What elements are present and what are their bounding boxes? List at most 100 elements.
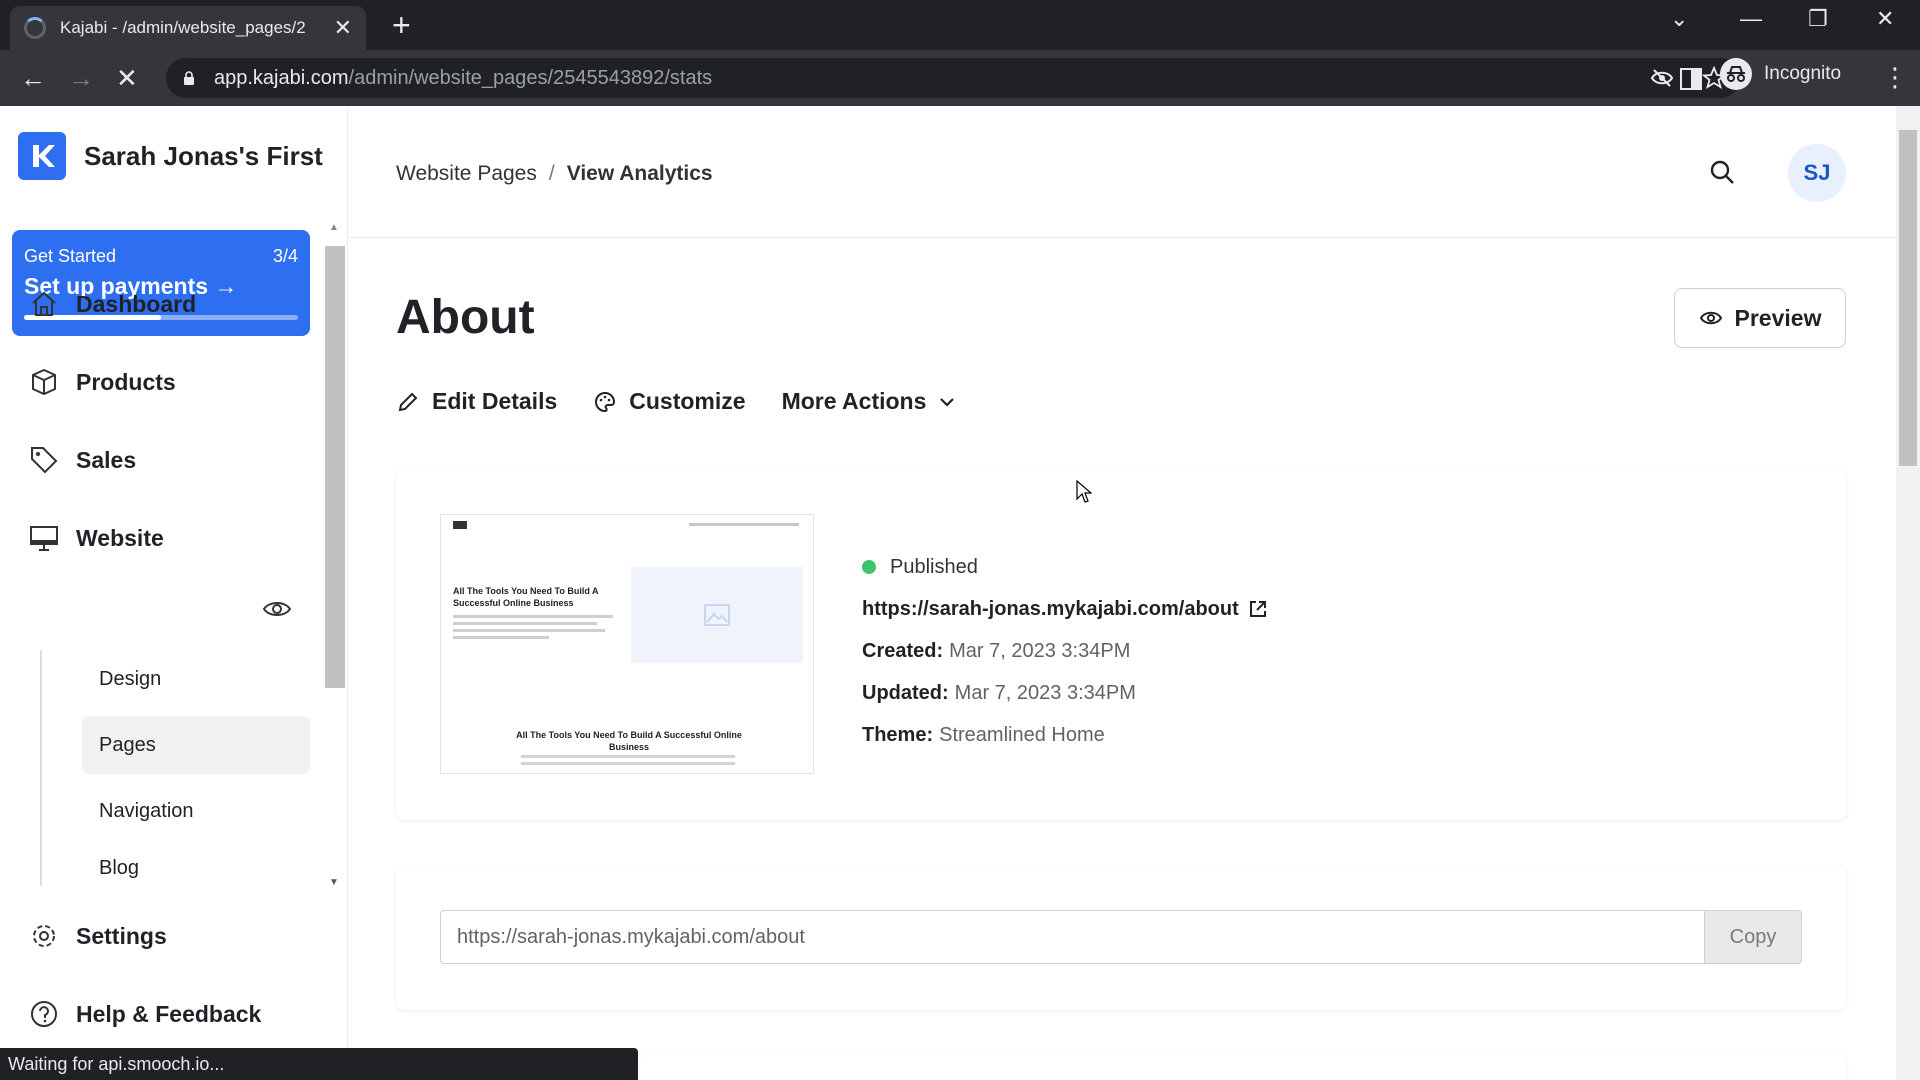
get-started-card[interactable]: Get Started 3/4 Set up payments →: [12, 230, 310, 336]
theme-row: Theme: Streamlined Home: [862, 714, 1269, 756]
page-title: About: [396, 291, 535, 344]
chevron-down-icon: [940, 397, 955, 407]
close-tab-icon[interactable]: ✕: [334, 15, 352, 41]
thumbnail-text-lines-2: [521, 755, 735, 769]
arrow-right-icon: →: [214, 273, 238, 299]
url-domain: app.kajabi.com: [214, 66, 349, 89]
share-url-card: https://sarah-jonas.mykajabi.com/about C…: [396, 866, 1846, 1010]
loading-spinner-icon: [24, 17, 46, 39]
eye-icon: [1699, 311, 1722, 325]
created-label: Created:: [862, 639, 944, 662]
thumbnail-logo: [453, 521, 467, 529]
eye-icon[interactable]: [262, 594, 292, 624]
theme-label: Theme:: [862, 723, 934, 746]
updated-value: Mar 7, 2023 3:34PM: [954, 681, 1136, 704]
tag-icon: [31, 447, 58, 474]
breadcrumb: Website Pages / View Analytics: [396, 162, 713, 186]
browser-tab[interactable]: Kajabi - /admin/website_pages/2 ✕: [10, 6, 366, 50]
forward-icon[interactable]: →: [68, 64, 94, 92]
thumbnail-nav: [689, 523, 799, 526]
page-url-link[interactable]: https://sarah-jonas.mykajabi.com/about: [862, 588, 1269, 630]
incognito-label: Incognito: [1764, 63, 1842, 84]
customize-button[interactable]: Customize: [593, 388, 746, 415]
sidebar-item-label: Settings: [76, 922, 167, 949]
page-meta: Published https://sarah-jonas.mykajabi.c…: [862, 546, 1269, 756]
sidebar-item-sales[interactable]: Sales: [28, 444, 136, 476]
copy-button[interactable]: Copy: [1704, 910, 1802, 964]
scroll-down-icon[interactable]: ▼: [329, 877, 339, 888]
browser-toolbar: ← → ✕ app.kajabi.com/admin/website_pages…: [0, 50, 1920, 106]
breadcrumb-separator: /: [548, 162, 555, 185]
website-subnav-line: [40, 650, 42, 886]
tab-title: Kajabi - /admin/website_pages/2: [60, 18, 306, 37]
mouse-cursor-icon: [1076, 480, 1092, 503]
sidebar-item-label: Dashboard: [76, 290, 197, 317]
breadcrumb-website-pages[interactable]: Website Pages: [396, 162, 537, 185]
sidebar-item-label: Website: [76, 524, 164, 551]
sidebar-item-settings[interactable]: Settings: [28, 920, 167, 952]
new-tab-icon[interactable]: +: [392, 8, 411, 42]
sidebar-scroll-thumb[interactable]: [325, 246, 345, 688]
edit-details-button[interactable]: Edit Details: [396, 388, 557, 415]
breadcrumb-current: View Analytics: [566, 162, 713, 185]
status-row: Published: [862, 546, 1269, 588]
page-details-card: All The Tools You Need To Build A Succes…: [396, 470, 1846, 820]
lock-icon: [184, 71, 194, 85]
box-icon: [32, 368, 56, 396]
sidebar-item-help[interactable]: Help & Feedback: [28, 998, 261, 1030]
pencil-icon: [398, 392, 418, 411]
preview-label: Preview: [1734, 304, 1822, 331]
status-badge: Published: [890, 555, 978, 578]
theme-value: Streamlined Home: [939, 723, 1105, 746]
help-circle-icon: [31, 1001, 57, 1027]
sidebar: Sarah Jonas's First Get Started 3/4 Set …: [0, 106, 348, 1080]
more-actions-dropdown[interactable]: More Actions: [782, 388, 957, 415]
sidebar-item-label: Help & Feedback: [76, 1000, 262, 1027]
home-icon: [32, 291, 56, 316]
minimize-icon[interactable]: —: [1740, 6, 1762, 32]
tab-search-icon[interactable]: ⌄: [1670, 6, 1688, 32]
sidebar-item-website[interactable]: Website: [28, 522, 164, 554]
sidebar-item-label: Sales: [76, 446, 137, 473]
close-window-icon[interactable]: ✕: [1876, 6, 1894, 32]
thumbnail-headline-2: All The Tools You Need To Build A Succes…: [516, 730, 742, 752]
sidebar-item-label: Products: [76, 368, 176, 395]
browser-status-bar: Waiting for api.smooch.io...: [0, 1048, 638, 1080]
incognito-indicator[interactable]: Incognito: [1720, 58, 1841, 90]
page-scroll-thumb[interactable]: [1899, 130, 1917, 466]
analytics-card: [640, 1054, 1846, 1080]
sidebar-subitem-blog[interactable]: Blog: [82, 848, 310, 888]
sidebar-subitem-navigation[interactable]: Navigation: [82, 782, 310, 840]
avatar[interactable]: SJ: [1788, 144, 1846, 202]
top-bar: Website Pages / View Analytics SJ: [348, 106, 1896, 238]
kajabi-logo-icon: [18, 132, 66, 180]
created-row: Created: Mar 7, 2023 3:34PM: [862, 630, 1269, 672]
sidebar-item-dashboard[interactable]: Dashboard: [28, 288, 196, 320]
sidebar-item-products[interactable]: Products: [28, 366, 176, 398]
preview-button[interactable]: Preview: [1674, 288, 1846, 348]
restore-icon[interactable]: ❐: [1808, 6, 1828, 32]
search-icon[interactable]: [1708, 158, 1736, 186]
gear-icon: [33, 925, 55, 947]
site-name: Sarah Jonas's First: [84, 140, 323, 171]
sidebar-subitem-design[interactable]: Design: [82, 650, 310, 708]
sidebar-subitem-pages[interactable]: Pages: [82, 716, 310, 774]
status-dot: [862, 560, 876, 574]
url-path: /admin/website_pages/2545543892/stats: [348, 66, 713, 89]
scroll-up-icon[interactable]: ▲: [329, 222, 339, 233]
address-bar[interactable]: app.kajabi.com/admin/website_pages/25455…: [166, 58, 1740, 98]
thumbnail-headline: All The Tools You Need To Build A Succes…: [453, 586, 599, 608]
side-panel-icon[interactable]: [1680, 68, 1702, 90]
thumbnail-text-lines: [453, 615, 613, 643]
palette-icon: [595, 391, 616, 412]
back-icon[interactable]: ←: [20, 64, 46, 92]
stop-loading-icon[interactable]: ✕: [116, 64, 138, 92]
page-url-field[interactable]: https://sarah-jonas.mykajabi.com/about: [440, 910, 1706, 964]
external-link-icon[interactable]: [1247, 598, 1269, 620]
page-thumbnail[interactable]: All The Tools You Need To Build A Succes…: [440, 514, 814, 774]
image-placeholder-icon: [631, 567, 803, 663]
updated-label: Updated:: [862, 681, 949, 704]
site-brand[interactable]: Sarah Jonas's First: [18, 132, 323, 180]
tracking-blocked-eye-icon[interactable]: [1650, 66, 1674, 90]
browser-menu-icon[interactable]: ⋮: [1882, 62, 1908, 93]
